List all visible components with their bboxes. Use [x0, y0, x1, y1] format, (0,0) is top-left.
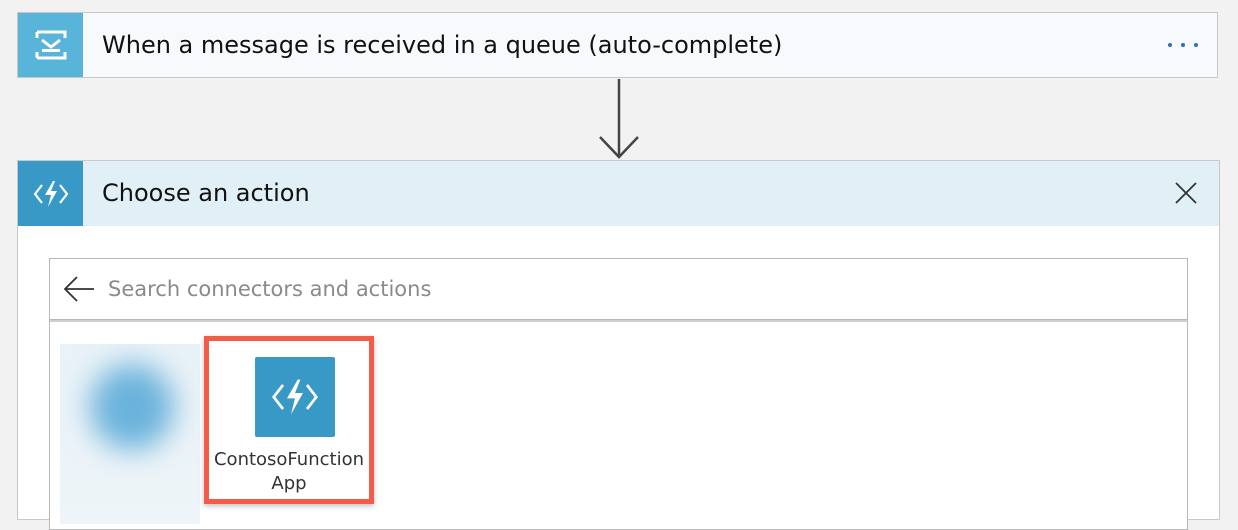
connector-tile-label: ContosoFunctionApp	[213, 449, 364, 494]
azure-functions-icon	[18, 161, 83, 226]
choose-action-card: Choose an action Search connectors and a…	[17, 160, 1220, 530]
service-bus-icon	[18, 13, 83, 77]
connector-tile-contosofunctionapp[interactable]: ContosoFunctionApp	[204, 336, 374, 504]
back-arrow-icon	[63, 276, 94, 302]
more-options-button[interactable]	[1163, 31, 1203, 59]
search-box	[49, 258, 1188, 320]
action-header: Choose an action	[18, 161, 1219, 226]
close-icon	[1175, 182, 1197, 204]
close-button[interactable]	[1171, 178, 1201, 208]
blurred-connector-icon	[90, 364, 174, 450]
back-button[interactable]	[62, 273, 96, 305]
trigger-title: When a message is received in a queue (a…	[102, 31, 783, 59]
connector-results: ContosoFunctionApp	[49, 320, 1188, 530]
action-title: Choose an action	[102, 179, 310, 207]
azure-functions-icon	[255, 357, 335, 437]
ellipsis-icon	[1168, 43, 1198, 47]
connector-tile-blurred[interactable]	[60, 344, 200, 524]
trigger-card[interactable]: When a message is received in a queue (a…	[17, 12, 1218, 78]
search-input[interactable]	[108, 269, 1168, 309]
flow-arrow-icon	[599, 79, 639, 159]
